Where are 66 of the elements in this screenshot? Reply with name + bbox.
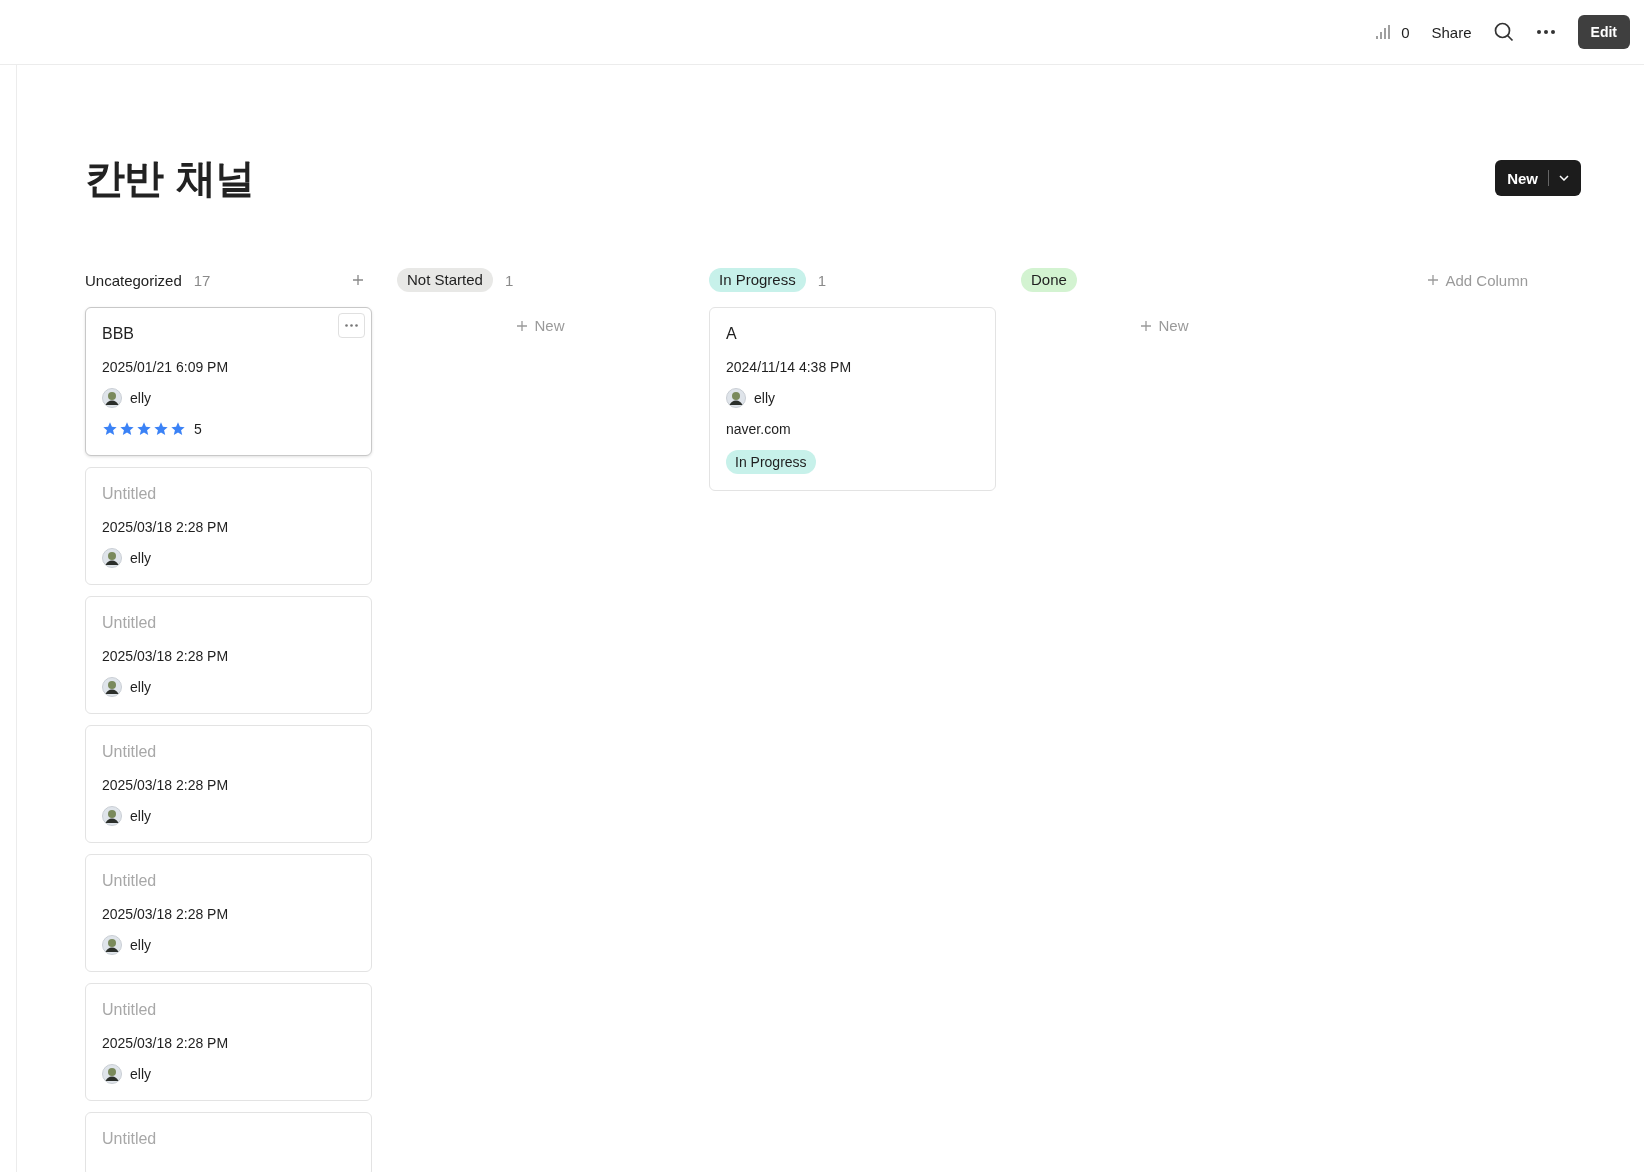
plus-icon [1427, 274, 1440, 286]
search-icon[interactable] [1493, 22, 1514, 42]
person-name: elly [130, 389, 151, 408]
person-name: elly [130, 678, 151, 697]
avatar-icon [726, 388, 746, 408]
star-icon [119, 421, 135, 437]
kanban-card[interactable]: Untitled 2025/03/18 2:28 PM elly [85, 854, 372, 972]
kanban-card[interactable]: Untitled 2025/03/18 2:28 PM elly [85, 725, 372, 843]
share-link[interactable]: Share [1431, 23, 1472, 41]
card-title: A [726, 324, 737, 344]
rating-value: 5 [194, 420, 202, 439]
kanban-card[interactable]: Untitled 2025/03/18 2:28 PM elly [85, 983, 372, 1101]
page-title: 칸반 채널 [85, 153, 254, 203]
caret-icon [1559, 175, 1569, 181]
person-name: elly [130, 936, 151, 955]
card-date: 2025/03/18 2:28 PM [102, 776, 229, 795]
card-count: 17 [193, 271, 211, 289]
card-url: naver.com [726, 420, 791, 439]
card-date: 2025/03/18 2:28 PM [102, 518, 229, 537]
avatar-icon [102, 806, 122, 826]
kanban-card[interactable]: BBB 2025/01/21 6:09 PM elly 5 [85, 307, 372, 456]
card-title: BBB [102, 324, 134, 344]
card-date: 2025/03/18 2:28 PM [102, 647, 229, 666]
plus-icon [1140, 319, 1153, 332]
more-icon[interactable] [1535, 29, 1556, 35]
plus-icon [516, 319, 529, 332]
card-title: Untitled [102, 1000, 157, 1020]
star-icon [102, 421, 118, 437]
card-title: Untitled [102, 484, 157, 504]
add-icon[interactable] [352, 274, 364, 286]
new-button[interactable]: New [1495, 160, 1581, 196]
avatar-icon [102, 677, 122, 697]
card-title: Untitled [102, 613, 157, 633]
kanban-card[interactable]: A 2024/11/14 4:38 PM elly naver.com In Progress [709, 307, 996, 491]
edit-button[interactable]: Edit [1577, 15, 1630, 49]
star-icon [153, 421, 169, 437]
card-menu-button[interactable] [338, 313, 365, 338]
column-title[interactable]: Uncategorized [85, 271, 182, 289]
star-icon [170, 421, 186, 437]
kanban-card[interactable]: Untitled 2025/03/18 2:28 PM elly [85, 467, 372, 585]
card-date: 2024/11/14 4:38 PM [726, 358, 852, 377]
plus-icon [352, 274, 364, 286]
avatar-icon [102, 388, 122, 408]
column-status-tag[interactable]: Not Started [397, 268, 493, 292]
column-status-tag[interactable]: Done [1021, 268, 1077, 292]
column-status-tag[interactable]: In Progress [709, 268, 806, 292]
more-icon [345, 324, 358, 327]
card-title: Untitled [102, 742, 157, 762]
view-count: 0 [1401, 23, 1410, 41]
card-title: Untitled [102, 871, 157, 891]
avatar-icon [102, 548, 122, 568]
card-date: 2025/01/21 6:09 PM [102, 358, 229, 377]
avatar-icon [102, 935, 122, 955]
kanban-card[interactable]: Untitled 2025/03/18 2:28 PM elly [85, 596, 372, 714]
person-name: elly [754, 389, 775, 408]
person-name: elly [130, 1065, 151, 1084]
card-count: 1 [504, 271, 514, 289]
status-tag: In Progress [726, 450, 816, 474]
person-name: elly [130, 807, 151, 826]
card-count: 1 [817, 271, 827, 289]
avatar-icon [102, 1064, 122, 1084]
star-icon [136, 421, 152, 437]
card-date: 2025/03/18 2:28 PM [102, 905, 229, 924]
card-date: 2025/03/18 2:28 PM [102, 1034, 229, 1053]
person-name: elly [130, 549, 151, 568]
card-title: Untitled [102, 1129, 157, 1149]
